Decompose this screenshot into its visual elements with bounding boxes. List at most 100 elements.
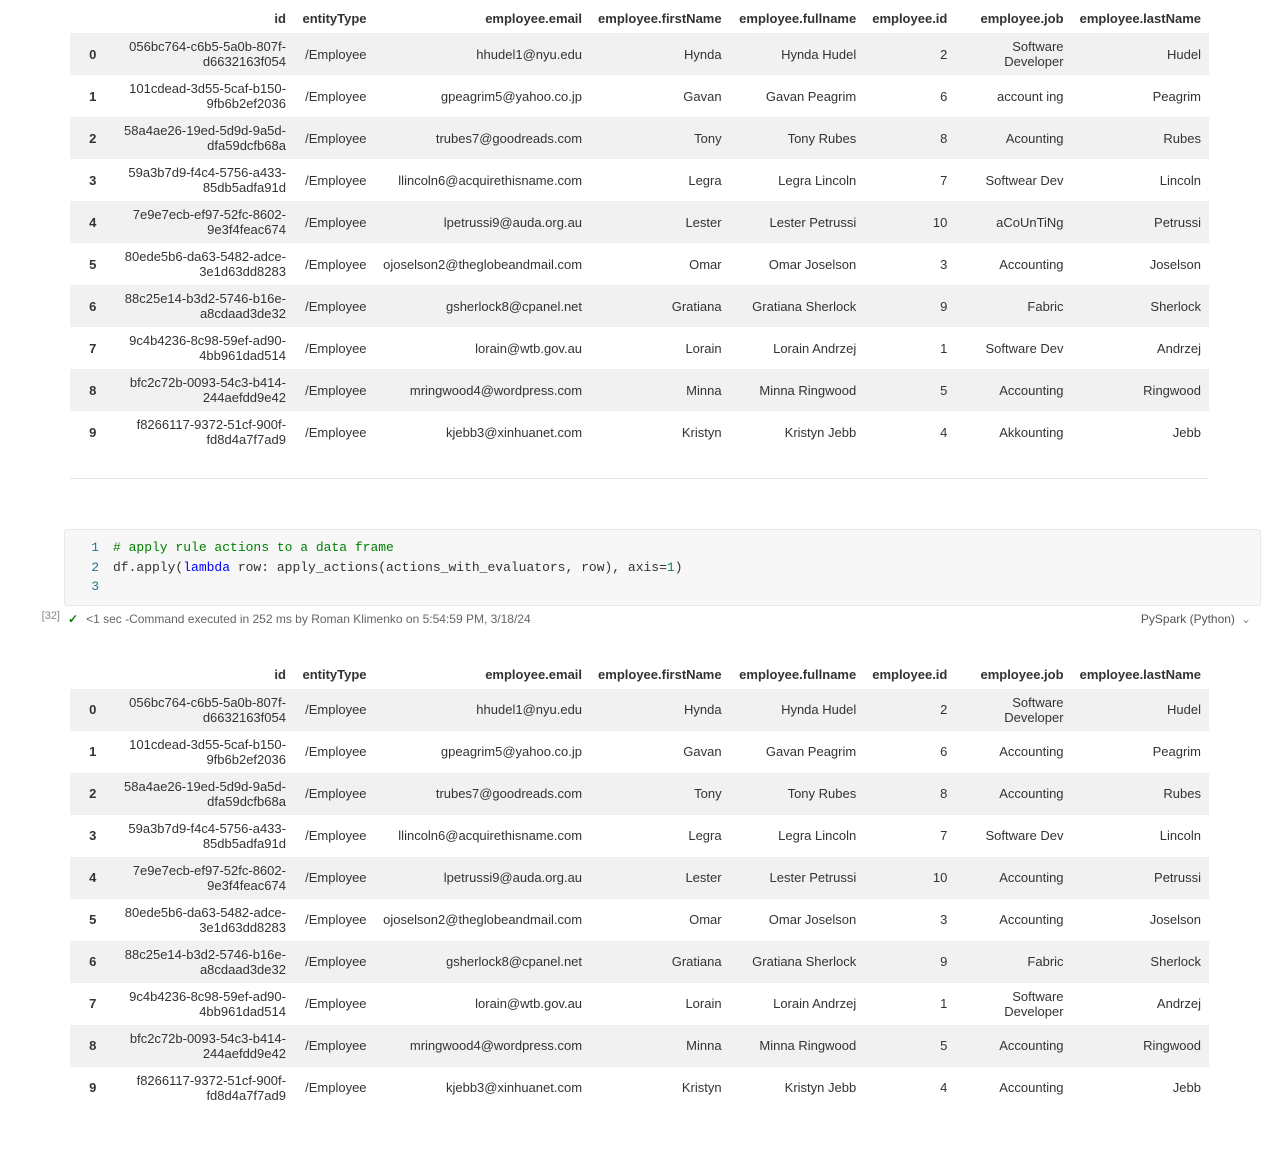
cell-entitytype: /Employee [294,75,375,117]
cell-email: kjebb3@xinhuanet.com [375,1067,591,1109]
status-detail: -Command executed in 252 ms by Roman Kli… [122,612,531,626]
cell-entitytype: /Employee [294,899,375,941]
table-row[interactable]: 359a3b7d9-f4c4-5756-a433-85db5adfa91d/Em… [70,815,1209,857]
code-number: 1 [667,560,675,575]
row-index: 3 [70,815,106,857]
cell-fullname: Lorain Andrzej [730,983,865,1025]
cell-fullname: Gavan Peagrim [730,75,865,117]
cell-entitytype: /Employee [294,688,375,731]
table-row[interactable]: 9f8266117-9372-51cf-900f-fd8d4a7f7ad9/Em… [70,1067,1209,1109]
cell-job: Accounting [955,857,1071,899]
cell-job: Accounting [955,369,1071,411]
cell-email: mringwood4@wordpress.com [375,369,591,411]
cell-entitytype: /Employee [294,117,375,159]
cell-employeeid: 7 [864,159,955,201]
cell-id: 59a3b7d9-f4c4-5756-a433-85db5adfa91d [106,159,294,201]
table-row[interactable]: 47e9e7ecb-ef97-52fc-8602-9e3f4feac674/Em… [70,201,1209,243]
table-row[interactable]: 0056bc764-c6b5-5a0b-807f-d6632163f054/Em… [70,688,1209,731]
cell-entitytype: /Employee [294,773,375,815]
row-index: 7 [70,327,106,369]
cell-employeeid: 4 [864,411,955,453]
cell-email: gsherlock8@cpanel.net [375,285,591,327]
row-index: 0 [70,33,106,76]
notebook-page: identityTypeemployee.emailemployee.first… [0,0,1269,1149]
column-header[interactable]: entityType [294,5,375,33]
table-row[interactable]: 0056bc764-c6b5-5a0b-807f-d6632163f054/Em… [70,33,1209,76]
cell-job: Accounting [955,243,1071,285]
column-header[interactable]: employee.email [375,661,591,689]
cell-id: 9c4b4236-8c98-59ef-ad90-4bb961dad514 [106,983,294,1025]
column-header[interactable]: id [106,661,294,689]
check-icon: ✓ [68,612,78,626]
cell-email: trubes7@goodreads.com [375,773,591,815]
column-header[interactable]: employee.email [375,5,591,33]
table-row[interactable]: 9f8266117-9372-51cf-900f-fd8d4a7f7ad9/Em… [70,411,1209,453]
row-index: 9 [70,1067,106,1109]
cell-job: Accounting [955,731,1071,773]
kernel-selector[interactable]: PySpark (Python) ⌄ [1141,612,1251,626]
cell-entitytype: /Employee [294,1025,375,1067]
cell-firstname: Lorain [590,327,730,369]
cell-id: f8266117-9372-51cf-900f-fd8d4a7f7ad9 [106,411,294,453]
row-index: 4 [70,201,106,243]
cell-entitytype: /Employee [294,815,375,857]
table-row[interactable]: 359a3b7d9-f4c4-5756-a433-85db5adfa91d/Em… [70,159,1209,201]
table-row[interactable]: 1101cdead-3d55-5caf-b150-9fb6b2ef2036/Em… [70,731,1209,773]
code-cell: [32] 1# apply rule actions to a data fra… [0,479,1269,626]
table-row[interactable]: 8bfc2c72b-0093-54c3-b414-244aefdd9e42/Em… [70,1025,1209,1067]
table-row[interactable]: 688c25e14-b3d2-5746-b16e-a8cdaad3de32/Em… [70,285,1209,327]
row-index: 6 [70,941,106,983]
cell-employeeid: 10 [864,857,955,899]
column-header[interactable]: id [106,5,294,33]
column-header[interactable]: employee.lastName [1072,5,1209,33]
cell-id: 80ede5b6-da63-5482-adce-3e1d63dd8283 [106,899,294,941]
table-row[interactable]: 47e9e7ecb-ef97-52fc-8602-9e3f4feac674/Em… [70,857,1209,899]
column-header[interactable]: employee.firstName [590,661,730,689]
column-header[interactable]: employee.id [864,661,955,689]
cell-fullname: Minna Ringwood [730,1025,865,1067]
table-row[interactable]: 580ede5b6-da63-5482-adce-3e1d63dd8283/Em… [70,899,1209,941]
table-row[interactable]: 8bfc2c72b-0093-54c3-b414-244aefdd9e42/Em… [70,369,1209,411]
column-header[interactable]: employee.fullname [730,5,865,33]
cell-job: Accounting [955,1025,1071,1067]
table-row[interactable]: 258a4ae26-19ed-5d9d-9a5d-dfa59dcfb68a/Em… [70,773,1209,815]
cell-email: gsherlock8@cpanel.net [375,941,591,983]
cell-employeeid: 6 [864,75,955,117]
dataframe-1[interactable]: identityTypeemployee.emailemployee.first… [70,5,1209,453]
cell-fullname: Legra Lincoln [730,815,865,857]
table-row[interactable]: 79c4b4236-8c98-59ef-ad90-4bb961dad514/Em… [70,983,1209,1025]
table-row[interactable]: 580ede5b6-da63-5482-adce-3e1d63dd8283/Em… [70,243,1209,285]
column-header[interactable]: employee.firstName [590,5,730,33]
cell-firstname: Omar [590,243,730,285]
column-header[interactable]: employee.job [955,661,1071,689]
table-row[interactable]: 688c25e14-b3d2-5746-b16e-a8cdaad3de32/Em… [70,941,1209,983]
column-header[interactable]: employee.fullname [730,661,865,689]
cell-email: gpeagrim5@yahoo.co.jp [375,75,591,117]
cell-firstname: Hynda [590,33,730,76]
table-row[interactable]: 1101cdead-3d55-5caf-b150-9fb6b2ef2036/Em… [70,75,1209,117]
cell-employeeid: 2 [864,33,955,76]
cell-entitytype: /Employee [294,243,375,285]
table-row[interactable]: 79c4b4236-8c98-59ef-ad90-4bb961dad514/Em… [70,327,1209,369]
column-header[interactable]: employee.job [955,5,1071,33]
cell-email: hhudel1@nyu.edu [375,33,591,76]
cell-email: ojoselson2@theglobeandmail.com [375,243,591,285]
code-text: df.apply( [113,560,183,575]
row-index: 2 [70,773,106,815]
cell-lastname: Sherlock [1072,285,1209,327]
row-index: 1 [70,75,106,117]
output-table-2: identityTypeemployee.emailemployee.first… [0,656,1269,1109]
column-header[interactable]: employee.id [864,5,955,33]
cell-id: 7e9e7ecb-ef97-52fc-8602-9e3f4feac674 [106,201,294,243]
row-index: 8 [70,369,106,411]
column-header[interactable]: entityType [294,661,375,689]
column-header[interactable]: employee.lastName [1072,661,1209,689]
table-row[interactable]: 258a4ae26-19ed-5d9d-9a5d-dfa59dcfb68a/Em… [70,117,1209,159]
row-index: 1 [70,731,106,773]
cell-firstname: Kristyn [590,411,730,453]
code-editor[interactable]: 1# apply rule actions to a data frame 2d… [64,529,1261,606]
cell-email: lpetrussi9@auda.org.au [375,201,591,243]
dataframe-2[interactable]: identityTypeemployee.emailemployee.first… [70,661,1209,1109]
cell-firstname: Gavan [590,75,730,117]
cell-lastname: Hudel [1072,688,1209,731]
